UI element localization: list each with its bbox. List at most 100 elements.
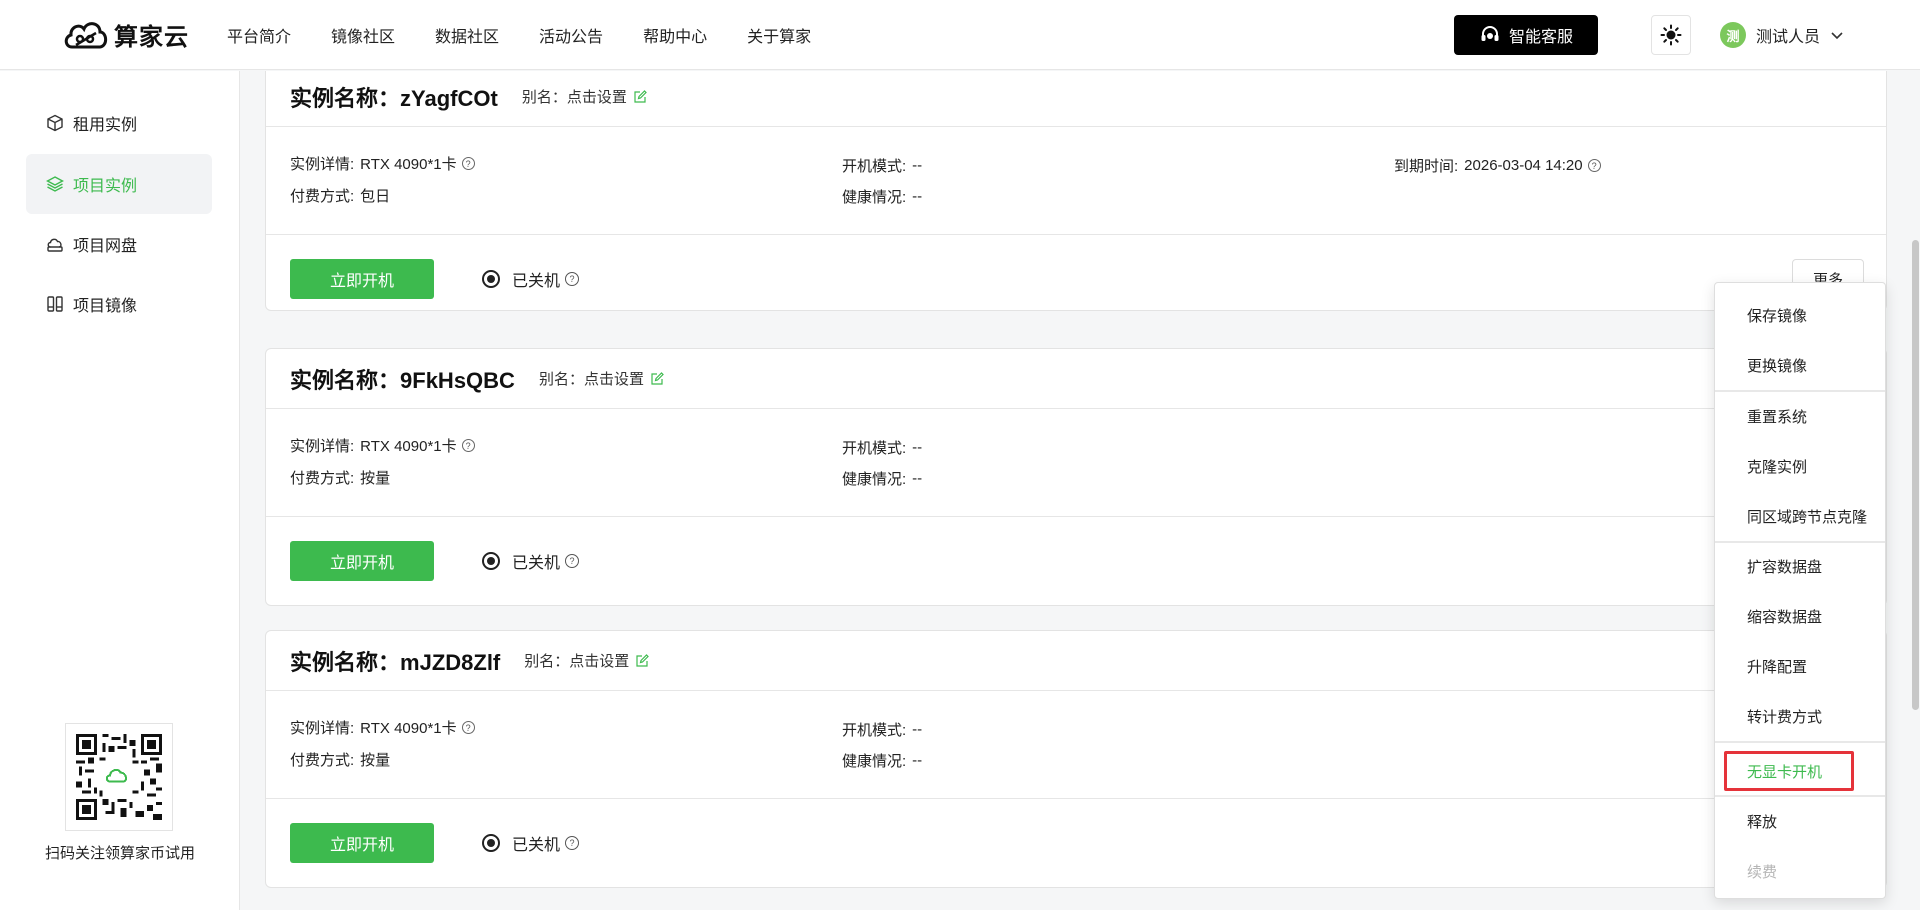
instance-name: 实例名称：9FkHsQBC: [290, 367, 515, 393]
status-radio-icon: [482, 552, 500, 570]
menu-divider: [1715, 741, 1885, 743]
start-instance-button[interactable]: 立即开机: [290, 259, 434, 299]
instance-health: 健康情况: --: [842, 752, 923, 770]
instance-name: 实例名称：mJZD8Zlf: [290, 649, 501, 675]
instance-card-footer: 立即开机 已关机 ?: [266, 799, 1886, 889]
menu-item-change-config[interactable]: 升降配置: [1715, 641, 1885, 691]
sidebar-item-label: 租用实例: [73, 117, 138, 134]
help-icon[interactable]: ?: [1587, 159, 1601, 172]
instance-card-body: 实例详情: RTX 4090*1卡? 付费方式: 按量 开机模式: -- 健康情况: -…: [266, 691, 1886, 799]
edit-icon[interactable]: [635, 653, 650, 668]
instance-name: 实例名称：zYagfCOt: [290, 85, 498, 111]
cube-icon: [47, 114, 63, 132]
smart-service-button[interactable]: 智能客服: [1454, 15, 1598, 55]
main-nav: 平台简介 镜像社区 数据社区 活动公告 帮助中心 关于算家: [227, 23, 851, 47]
qr-code: [65, 723, 173, 831]
menu-item-change-billing[interactable]: 转计费方式: [1715, 691, 1885, 741]
sidebar-item-project-image[interactable]: 项目镜像: [26, 274, 212, 334]
instance-alias[interactable]: 别名： 点击设置: [522, 86, 647, 107]
help-icon[interactable]: ?: [461, 157, 475, 170]
menu-item-save-image[interactable]: 保存镜像: [1715, 290, 1885, 340]
page-scrollbar-thumb[interactable]: [1912, 240, 1919, 710]
qr-caption: 扫码关注领算家币试用: [44, 845, 195, 862]
image-icon: [47, 296, 63, 312]
nav-about[interactable]: 关于算家: [747, 23, 811, 47]
instance-pay: 付费方式: 按量: [290, 470, 391, 487]
brand-name: 算家云: [114, 24, 189, 51]
nav-help-center[interactable]: 帮助中心: [643, 23, 707, 47]
instance-alias[interactable]: 别名： 点击设置: [539, 368, 664, 389]
instance-card-footer: 立即开机 已关机 ? 更多: [266, 235, 1886, 325]
menu-item-change-image[interactable]: 更换镜像: [1715, 340, 1885, 390]
cloud-logo-icon: [64, 21, 108, 48]
instance-detail: 实例详情: RTX 4090*1卡?: [290, 717, 475, 738]
layers-icon: [46, 176, 64, 192]
help-icon[interactable]: ?: [461, 439, 475, 452]
headset-icon: [1481, 26, 1499, 41]
help-icon[interactable]: ?: [461, 721, 475, 734]
instance-detail: 实例详情: RTX 4090*1卡?: [290, 153, 475, 174]
nav-platform-intro[interactable]: 平台简介: [227, 23, 291, 47]
sidebar-item-project-instance[interactable]: 项目实例: [26, 154, 212, 214]
status-radio-icon: [482, 834, 500, 852]
sidebar-item-label: 项目实例: [73, 178, 138, 195]
user-menu[interactable]: 测 测试人员: [1720, 15, 1844, 55]
nav-announcements[interactable]: 活动公告: [539, 23, 603, 47]
highlight-box: [1724, 751, 1854, 791]
menu-item-clone-instance[interactable]: 克隆实例: [1715, 441, 1885, 491]
instance-card: 实例名称：9FkHsQBC 别名： 点击设置 实例详情: RTX 4090*1卡? …: [265, 348, 1887, 606]
chevron-down-icon: [1831, 32, 1843, 40]
instance-boot-mode: 开机模式: --: [842, 157, 923, 175]
start-instance-button[interactable]: 立即开机: [290, 541, 434, 581]
instance-detail: 实例详情: RTX 4090*1卡?: [290, 435, 475, 456]
instance-card: 实例名称：mJZD8Zlf 别名： 点击设置 实例详情: RTX 4090*1卡? …: [265, 630, 1887, 888]
menu-item-renew: 续费: [1747, 863, 1778, 881]
sidebar: 租用实例 项目实例 项目网盘 项目镜像 扫码关注领算家币试用: [0, 71, 240, 910]
menu-item-shrink-disk[interactable]: 缩容数据盘: [1715, 591, 1885, 641]
instance-card: 实例名称：zYagfCOt 别名： 点击设置 实例详情: RTX 4090*1卡? …: [265, 71, 1887, 311]
sidebar-item-label: 项目镜像: [73, 298, 138, 315]
menu-item-cross-node-clone[interactable]: 同区域跨节点克隆: [1715, 491, 1885, 541]
edit-icon[interactable]: [633, 89, 647, 104]
sidebar-item-label: 项目网盘: [73, 238, 138, 255]
instance-health: 健康情况: --: [842, 188, 923, 206]
nav-data-community[interactable]: 数据社区: [435, 23, 499, 47]
instance-expire: 到期时间: 2026-03-04 14:20?: [1394, 155, 1601, 176]
nav-image-community[interactable]: 镜像社区: [331, 23, 395, 47]
instance-health: 健康情况: --: [842, 470, 923, 488]
avatar: 测: [1720, 22, 1746, 48]
user-name: 测试人员: [1756, 29, 1821, 46]
menu-item-release[interactable]: 释放: [1715, 796, 1885, 846]
edit-icon[interactable]: [650, 371, 664, 386]
sun-icon: [1660, 24, 1682, 46]
instance-pay: 付费方式: 包日: [290, 188, 391, 205]
instance-boot-mode: 开机模式: --: [842, 721, 923, 739]
sidebar-item-rent-instance[interactable]: 租用实例: [26, 93, 212, 153]
qr-code-icon: [76, 734, 162, 820]
status-radio-icon: [482, 270, 500, 288]
instance-card-body: 实例详情: RTX 4090*1卡? 付费方式: 按量 开机模式: -- 健康情况: -…: [266, 409, 1886, 517]
theme-toggle-button[interactable]: [1651, 15, 1691, 55]
brand-logo[interactable]: 算家云: [62, 0, 189, 70]
instance-card-header: 实例名称：zYagfCOt 别名： 点击设置: [266, 71, 1886, 127]
instance-card-body: 实例详情: RTX 4090*1卡? 付费方式: 包日 开机模式: -- 健康情况: -…: [266, 127, 1886, 235]
instance-status: 已关机 ?: [482, 259, 580, 299]
instance-alias[interactable]: 别名： 点击设置: [524, 650, 650, 671]
more-dropdown-menu: 保存镜像 更换镜像 重置系统 克隆实例 同区域跨节点克隆 扩容数据盘 缩容数据盘…: [1714, 282, 1886, 899]
instance-list: 实例名称：zYagfCOt 别名： 点击设置 实例详情: RTX 4090*1卡? …: [240, 71, 1920, 910]
top-bar: 算家云 平台简介 镜像社区 数据社区 活动公告 帮助中心 关于算家 智能客服 测…: [0, 0, 1920, 70]
help-icon[interactable]: ?: [565, 836, 580, 850]
start-instance-button[interactable]: 立即开机: [290, 823, 434, 863]
menu-item-expand-disk[interactable]: 扩容数据盘: [1715, 541, 1885, 591]
help-icon[interactable]: ?: [565, 554, 580, 568]
instance-status: 已关机 ?: [482, 541, 580, 581]
instance-boot-mode: 开机模式: --: [842, 439, 923, 457]
instance-card-footer: 立即开机 已关机 ?: [266, 517, 1886, 607]
help-icon[interactable]: ?: [565, 272, 580, 286]
instance-status: 已关机 ?: [482, 823, 580, 863]
menu-item-reset-system[interactable]: 重置系统: [1715, 391, 1885, 441]
sidebar-item-project-drive[interactable]: 项目网盘: [26, 214, 212, 274]
instance-card-header: 实例名称：mJZD8Zlf 别名： 点击设置: [266, 631, 1886, 691]
smart-service-label: 智能客服: [1508, 29, 1573, 46]
instance-pay: 付费方式: 按量: [290, 752, 391, 769]
